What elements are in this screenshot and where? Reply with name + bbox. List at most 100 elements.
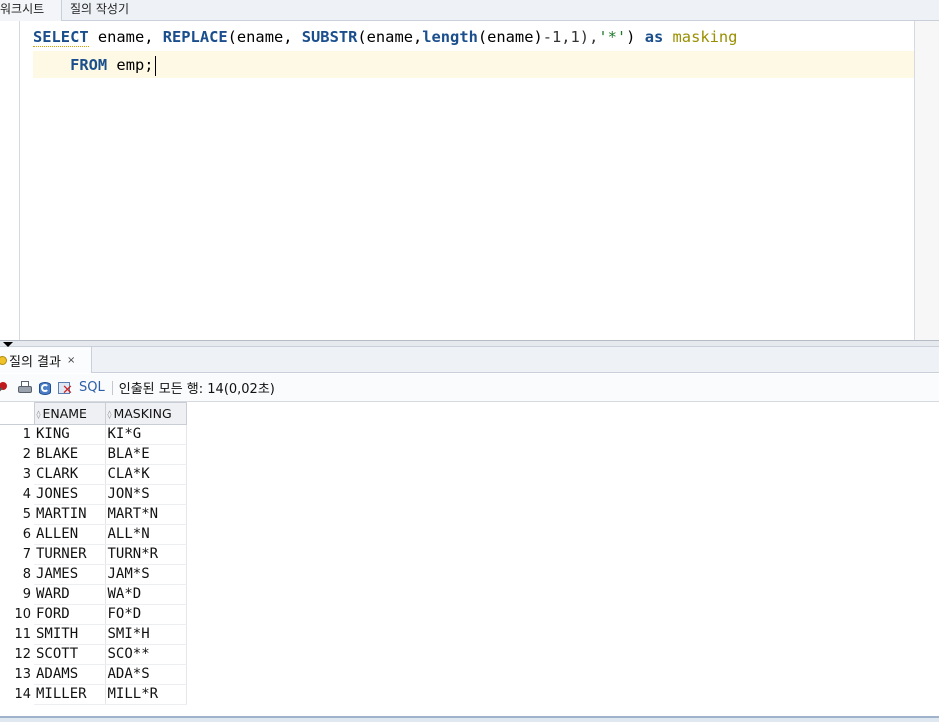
results-table: ◊ ENAME ◊ MASKING 1 KING KI*G 2 BLAKE BLA*E 3 CLA… (0, 402, 187, 705)
fetch-status-text: 인출된 모든 행: 14(0,02초) (118, 382, 275, 397)
function-replace: REPLACE (162, 28, 228, 46)
current-line-highlight (33, 51, 914, 78)
cell-ename[interactable]: JONES (34, 484, 106, 505)
column-header-ename[interactable]: ◊ ENAME (33, 402, 106, 425)
cell-ename[interactable]: MARTIN (34, 504, 106, 525)
sql-editor[interactable]: SELECT ename, REPLACE (ename, SUBSTR (enam… (0, 21, 939, 340)
bottom-status-bar (0, 716, 939, 722)
row-number: 5 (22, 507, 31, 522)
function-substr: SUBSTR (301, 28, 358, 46)
query-result-icon (0, 355, 7, 365)
sort-icon[interactable]: ◊ (37, 410, 41, 419)
cell-masking[interactable]: MILL*R (105, 684, 187, 705)
table-row[interactable]: 7 TURNER TURN*R (0, 544, 187, 565)
row-number-header (0, 402, 35, 425)
row-number: 8 (22, 567, 31, 582)
cell-masking[interactable]: JAM*S (105, 564, 187, 585)
delete-grid-icon[interactable]: ✕ (57, 380, 73, 397)
cell-ename[interactable]: WARD (34, 584, 106, 605)
keyword-as: as (644, 28, 664, 46)
keyword-from: FROM (70, 56, 108, 74)
keyword-select: SELECT (33, 28, 89, 47)
cell-masking[interactable]: FO*D (105, 604, 187, 625)
row-number: 1 (22, 427, 31, 443)
cell-masking[interactable]: BLA*E (105, 444, 187, 465)
cell-masking[interactable]: SCO** (105, 644, 187, 665)
table-row[interactable]: 1 KING KI*G (0, 424, 187, 445)
table-row[interactable]: 8 JAMES JAM*S (0, 564, 187, 585)
row-number: 6 (22, 527, 31, 542)
cell-masking[interactable]: WA*D (105, 584, 187, 605)
cell-masking[interactable]: CLA*K (105, 464, 187, 485)
table-row[interactable]: 10 FORD FO*D (0, 604, 187, 625)
editor-vertical-scrollbar[interactable] (914, 21, 939, 340)
tab-worksheet-label: 워크시트 (0, 2, 45, 16)
code-text: emp; (107, 56, 154, 74)
cell-ename[interactable]: BLAKE (34, 444, 106, 465)
cell-ename[interactable]: TURNER (34, 544, 106, 565)
row-number: 11 (14, 627, 31, 642)
table-row[interactable]: 13 ADAMS ADA*S (0, 664, 187, 685)
row-number: 3 (22, 467, 31, 482)
cell-ename[interactable]: SCOTT (34, 644, 106, 665)
cell-masking[interactable]: JON*S (105, 484, 187, 505)
code-text: (ename) (477, 28, 543, 46)
sql-link[interactable]: SQL (79, 380, 105, 395)
tab-query-builder[interactable]: 질의 작성기 (62, 0, 137, 21)
cell-masking[interactable]: KI*G (105, 424, 187, 445)
cell-ename[interactable]: ADAMS (34, 664, 106, 685)
close-icon[interactable]: × (67, 355, 75, 366)
cell-masking[interactable]: ADA*S (105, 664, 187, 685)
table-row[interactable]: 5 MARTIN MART*N (0, 504, 187, 525)
cell-masking[interactable]: TURN*R (105, 544, 187, 565)
table-row[interactable]: 6 ALLEN ALL*N (0, 524, 187, 545)
code-text: ename, (88, 28, 163, 46)
tab-query-result[interactable]: 질의 결과 × (0, 347, 92, 373)
cell-ename[interactable]: MILLER (34, 684, 106, 705)
tab-query-result-label: 질의 결과 (9, 354, 61, 370)
cell-ename[interactable]: FORD (34, 604, 106, 625)
table-row[interactable]: 3 CLARK CLA*K (0, 464, 187, 485)
pin-icon[interactable] (0, 380, 13, 396)
panel-splitter[interactable] (0, 340, 939, 347)
column-header-masking[interactable]: ◊ MASKING (104, 402, 187, 425)
toolbar-separator (111, 380, 113, 395)
cell-masking[interactable]: ALL*N (105, 524, 187, 545)
tab-query-builder-label: 질의 작성기 (70, 2, 130, 16)
code-line-2[interactable]: FROM emp; (33, 51, 156, 79)
sort-icon[interactable]: ◊ (108, 410, 112, 419)
string-literal: '*' (598, 28, 627, 46)
column-alias: masking (672, 28, 738, 46)
table-row[interactable]: 9 WARD WA*D (0, 584, 187, 605)
tab-worksheet[interactable]: 워크시트 (0, 0, 62, 21)
cell-ename[interactable]: KING (34, 424, 106, 445)
table-row[interactable]: 12 SCOTT SCO** (0, 644, 187, 665)
result-tab-strip: 질의 결과 × (0, 347, 939, 373)
table-row[interactable]: 4 JONES JON*S (0, 484, 187, 505)
cell-ename[interactable]: SMITH (34, 624, 106, 645)
cell-masking[interactable]: SMI*H (105, 624, 187, 645)
result-grid: ◊ ENAME ◊ MASKING 1 KING KI*G 2 BLAKE BLA*E 3 CLA… (0, 402, 939, 716)
code-text: (ename, (357, 28, 423, 46)
print-icon[interactable] (17, 380, 33, 396)
cell-ename[interactable]: CLARK (34, 464, 106, 485)
table-row[interactable]: 11 SMITH SMI*H (0, 624, 187, 645)
editor-gutter (0, 21, 20, 340)
text-caret (154, 55, 156, 76)
code-line-1[interactable]: SELECT ename, REPLACE (ename, SUBSTR (enam… (33, 23, 737, 51)
row-number: 2 (22, 447, 31, 462)
table-row[interactable]: 2 BLAKE BLA*E (0, 444, 187, 465)
cell-masking[interactable]: MART*N (105, 504, 187, 525)
code-text: ) (626, 28, 645, 46)
cell-ename[interactable]: ALLEN (34, 524, 106, 545)
function-length: length (422, 28, 478, 46)
row-number: 13 (14, 667, 31, 682)
results-toolbar: ✕ SQL 인출된 모든 행: 14(0,02초) (0, 374, 939, 402)
results-body: 1 KING KI*G 2 BLAKE BLA*E 3 CLARK CLA*K 4 JONES JON… (0, 424, 187, 705)
cell-ename[interactable]: JAMES (34, 564, 106, 585)
editor-tab-strip: 워크시트 질의 작성기 (0, 0, 939, 21)
refresh-icon[interactable] (37, 380, 53, 396)
table-row[interactable]: 14 MILLER MILL*R (0, 684, 187, 705)
row-number: 9 (22, 587, 31, 602)
